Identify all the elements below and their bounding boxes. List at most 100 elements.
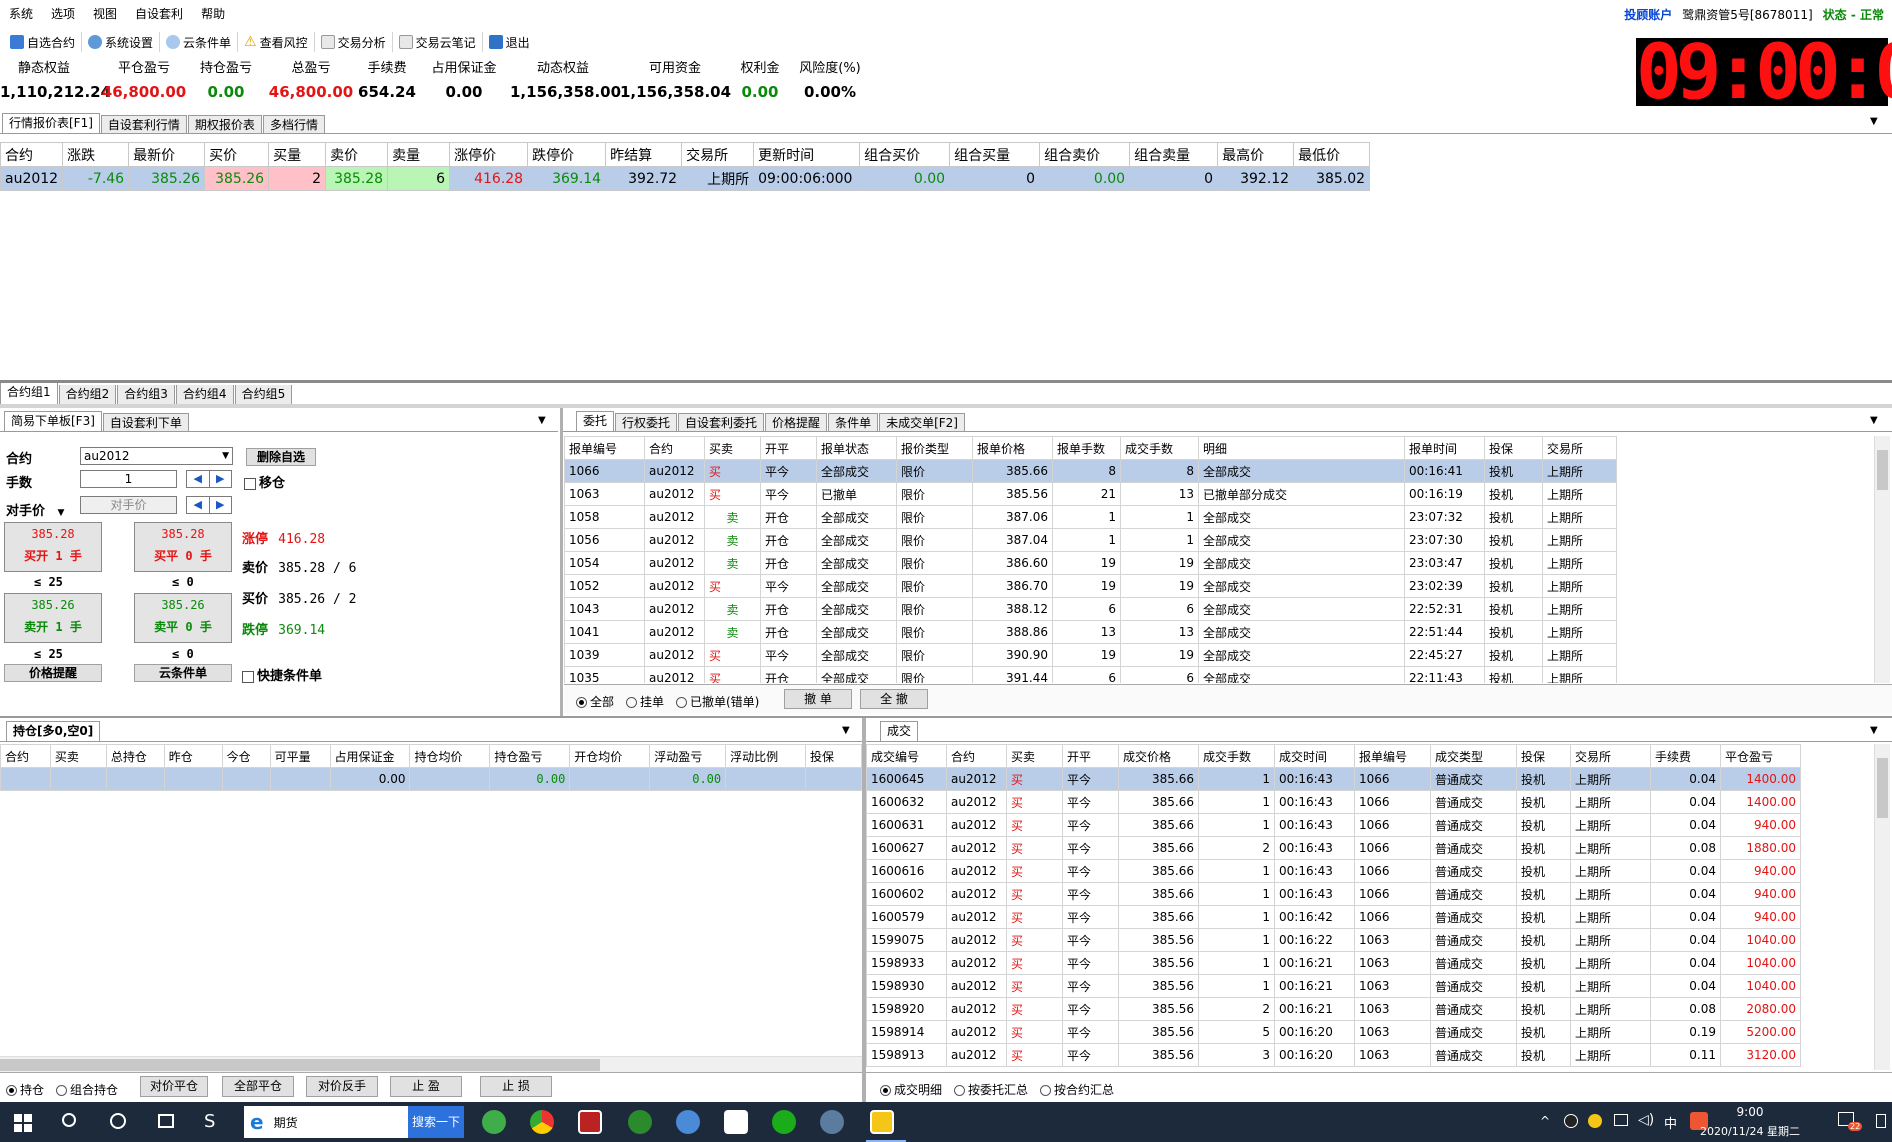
scroll-thumb[interactable] (0, 1059, 600, 1071)
contract-select[interactable]: au2012 ▼ (80, 447, 233, 465)
tab-group-1[interactable]: 合约组1 (0, 383, 58, 404)
position-row[interactable]: 0.00 0.00 0.00 (0, 767, 862, 791)
tab-group-3[interactable]: 合约组3 (117, 385, 175, 404)
col-header[interactable]: 昨仓 (163, 744, 223, 768)
tab-option-quote[interactable]: 期权报价表 (187, 115, 262, 134)
entrust-row[interactable]: 1043 au2012 卖开仓 全部成交 限价 388.12 6 6 全部成交 22:52:31 投… (564, 597, 1617, 621)
trade-row[interactable]: 1599075 au2012 买平今 385.56 1 00:16:22 1063 普通成交投… (866, 928, 1801, 952)
col-header[interactable]: 总持仓 (105, 744, 165, 768)
col-header[interactable]: 浮动盈亏 (649, 744, 727, 768)
tab-entrust[interactable]: 委托 (576, 411, 615, 432)
buy-open-button[interactable]: 385.28 买开 1 手 (4, 522, 102, 572)
price-type-select[interactable]: 对手价 ▼ (6, 500, 64, 519)
radio[interactable] (1040, 1085, 1051, 1096)
tab-group-2[interactable]: 合约组2 (58, 385, 117, 404)
col-header[interactable]: 合约 (0, 744, 51, 768)
col-header[interactable]: 投保 (1484, 436, 1543, 460)
move-position-check[interactable]: 移仓 (244, 472, 285, 491)
chevron-down-icon[interactable]: ▼ (842, 725, 850, 736)
taskbar-date[interactable]: 2020/11/24 星期二 (1690, 1123, 1810, 1139)
col-header[interactable]: 交易所 (681, 142, 755, 167)
menu-view[interactable]: 视图 (84, 0, 126, 28)
trade-row[interactable]: 1600579 au2012 买平今 385.66 1 00:16:42 1066 普通成交投… (866, 905, 1801, 929)
radio-all[interactable]: 全部 (576, 693, 614, 710)
trade-row[interactable]: 1598933 au2012 买平今 385.56 1 00:16:21 1063 普通成交投… (866, 951, 1801, 975)
close-at-market-button[interactable]: 对价平仓 (140, 1076, 208, 1097)
ie-search-box[interactable]: e 期货 (244, 1106, 408, 1138)
col-header[interactable]: 最新价 (128, 142, 206, 167)
watchlist-button[interactable]: 自选合约 (4, 32, 83, 52)
cloud-condition-button[interactable]: 云条件单 (160, 32, 239, 52)
windows-start-icon[interactable] (14, 1114, 32, 1132)
arrow-right-icon[interactable]: ▶ (210, 471, 232, 487)
cell-ask[interactable]: 385.28 (325, 166, 389, 191)
network-icon[interactable] (1614, 1114, 1628, 1126)
trade-row[interactable]: 1600645 au2012 买平今 385.66 1 00:16:43 1066 普通成交投… (866, 767, 1801, 791)
trade-row[interactable]: 1598913 au2012 买平今 385.56 3 00:16:20 1063 普通成交投… (866, 1043, 1801, 1067)
cortana-icon[interactable] (110, 1113, 126, 1129)
app-green-icon[interactable] (628, 1110, 652, 1134)
col-header[interactable]: 合约 (946, 744, 1007, 768)
radio[interactable] (676, 697, 687, 708)
col-header[interactable]: 成交手数 (1198, 744, 1275, 768)
col-header[interactable]: 卖量 (387, 142, 451, 167)
wh7-icon[interactable] (578, 1110, 602, 1134)
entrust-scrollbar[interactable] (1874, 436, 1890, 683)
app-window-icon[interactable] (724, 1110, 748, 1134)
col-header[interactable]: 成交时间 (1274, 744, 1355, 768)
col-header[interactable]: 报单状态 (816, 436, 897, 460)
arrow-right-icon[interactable]: ▶ (210, 497, 232, 513)
volume-icon[interactable]: ◁) (1638, 1112, 1654, 1128)
app-car-icon[interactable] (820, 1110, 844, 1134)
chevron-down-icon[interactable]: ▼ (538, 415, 546, 426)
price-alert-button[interactable]: 价格提醒 (4, 664, 102, 682)
arrow-left-icon[interactable]: ◀ (187, 471, 210, 487)
tab-group-4[interactable]: 合约组4 (175, 385, 234, 404)
search-icon[interactable] (62, 1113, 76, 1127)
col-header[interactable]: 报单编号 (564, 436, 645, 460)
app-blue-icon[interactable] (676, 1110, 700, 1134)
col-header[interactable]: 买卖 (1006, 744, 1063, 768)
col-header[interactable]: 成交手数 (1120, 436, 1199, 460)
menu-custom-arb[interactable]: 自设套利 (126, 0, 192, 28)
col-header[interactable]: 成交类型 (1430, 744, 1517, 768)
chevron-up-icon[interactable]: ^ (1540, 1114, 1550, 1128)
col-header[interactable]: 报价类型 (896, 436, 973, 460)
tab-arb-quote[interactable]: 自设套利行情 (100, 115, 187, 134)
price-input[interactable]: 对手价 (80, 496, 177, 514)
col-header[interactable]: 组合买量 (949, 142, 1041, 167)
col-header[interactable]: 报单编号 (1354, 744, 1431, 768)
trade-row[interactable]: 1600616 au2012 买平今 385.66 1 00:16:43 1066 普通成交投… (866, 859, 1801, 883)
qty-stepper[interactable]: ◀ ▶ (186, 470, 232, 488)
col-header[interactable]: 组合卖量 (1129, 142, 1219, 167)
buy-close-button[interactable]: 385.28 买平 0 手 (134, 522, 232, 572)
system-settings-button[interactable]: 系统设置 (82, 32, 161, 52)
col-header[interactable]: 最高价 (1217, 142, 1295, 167)
entrust-row[interactable]: 1054 au2012 卖开仓 全部成交 限价 386.60 19 19 全部成交 23:03:4… (564, 551, 1617, 575)
col-header[interactable]: 占用保证金 (329, 744, 411, 768)
radio[interactable] (576, 697, 587, 708)
radio[interactable] (6, 1085, 17, 1096)
radio[interactable] (56, 1085, 67, 1096)
col-header[interactable]: 浮动比例 (725, 744, 807, 768)
col-header[interactable]: 明细 (1198, 436, 1405, 460)
col-header[interactable]: 今仓 (221, 744, 271, 768)
col-header[interactable]: 买卖 (704, 436, 761, 460)
tab-trades[interactable]: 成交 (880, 721, 919, 742)
scroll-thumb[interactable] (1877, 450, 1888, 490)
cell-bid[interactable]: 385.26 (204, 166, 270, 191)
col-header[interactable]: 持仓盈亏 (489, 744, 571, 768)
scroll-thumb[interactable] (1877, 758, 1888, 818)
col-header[interactable]: 涨跌 (62, 142, 130, 167)
col-header[interactable]: 成交编号 (866, 744, 947, 768)
entrust-row[interactable]: 1041 au2012 卖开仓 全部成交 限价 388.86 13 13 全部成交 22:51:4… (564, 620, 1617, 644)
trade-analysis-button[interactable]: 交易分析 (315, 32, 393, 52)
trading-app-icon[interactable] (870, 1110, 894, 1134)
reverse-position-button[interactable]: 对价反手 (306, 1076, 378, 1097)
tab-exercise[interactable]: 行权委托 (615, 413, 678, 432)
col-header[interactable]: 交易所 (1570, 744, 1651, 768)
take-profit-button[interactable]: 止 盈 (390, 1076, 462, 1097)
account-type[interactable]: 投顾账户 (1624, 6, 1672, 23)
stop-loss-button[interactable]: 止 损 (480, 1076, 552, 1097)
quote-row[interactable]: au2012 -7.46 385.26 385.26 2 385.28 6 41… (0, 166, 1371, 191)
